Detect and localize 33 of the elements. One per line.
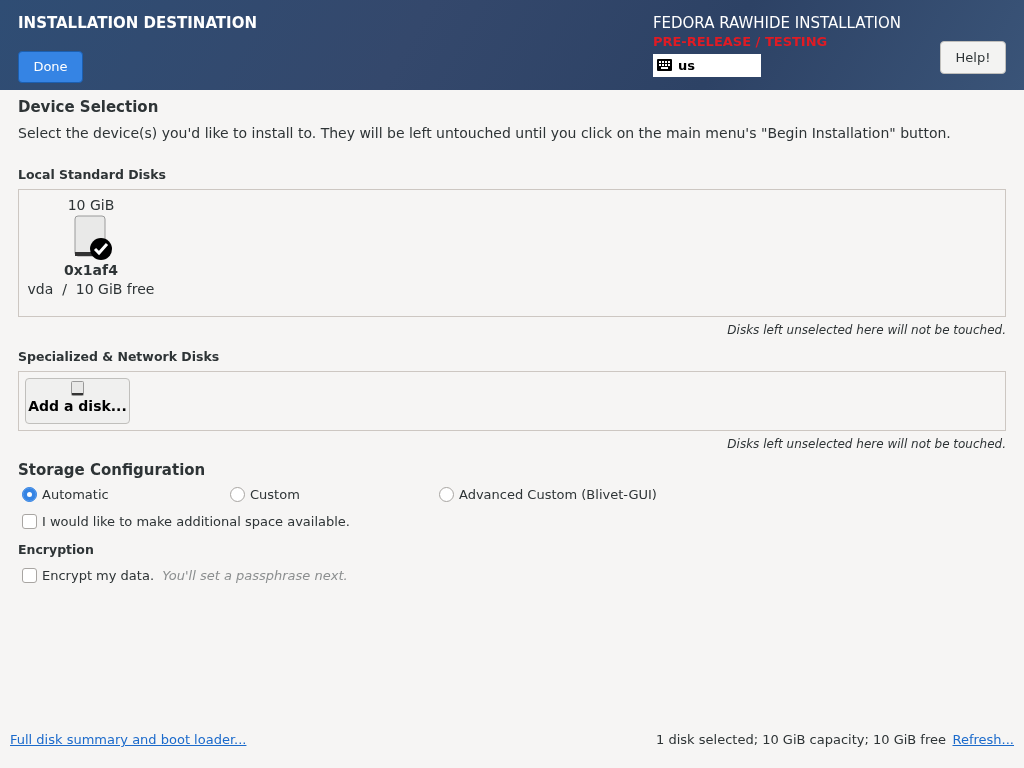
description-text: Select the device(s) you'd like to install to. They will be left untouched until you click on the main menu's "Begin Installation" button.: [18, 123, 952, 143]
checkbox[interactable]: [22, 568, 37, 583]
section-heading: Storage Configuration: [18, 459, 207, 481]
product-name: FEDORA RAWHIDE INSTALLATION: [652, 13, 901, 34]
refresh-link[interactable]: Refresh...: [952, 730, 1014, 750]
add-disk-button[interactable]: Add a disk...: [25, 378, 130, 425]
checkbox-label[interactable]: I would like to make additional space available.: [42, 511, 350, 531]
disk-summary-link[interactable]: Full disk summary and boot loader...: [10, 730, 247, 750]
section-heading: Device Selection: [18, 97, 160, 118]
section-heading: Local Standard Disks: [18, 165, 168, 184]
radio-label[interactable]: Automatic: [42, 485, 109, 505]
disk-note: Disks left unselected here will not be touched.: [726, 435, 1006, 453]
radio-label[interactable]: Advanced Custom (Blivet-GUI): [459, 485, 657, 505]
radio-button[interactable]: [22, 487, 37, 503]
disk-details: vda / 10 GiB free: [27, 280, 155, 299]
section-heading: Encryption: [18, 541, 95, 559]
help-button[interactable]: Help!: [940, 41, 1006, 74]
status-text: 1 disk selected; 10 GiB capacity; 10 GiB free: [656, 731, 946, 749]
prerelease-label: PRE-RELEASE / TESTING: [652, 34, 829, 49]
keyboard-icon: [656, 59, 672, 72]
disk-size: 10 GiB: [67, 196, 115, 216]
section-heading: Specialized & Network Disks: [18, 347, 221, 366]
checkbox-label[interactable]: Encrypt my data.: [42, 565, 155, 586]
checkbox[interactable]: [22, 513, 37, 529]
radio-label[interactable]: Custom: [250, 485, 300, 505]
radio-button[interactable]: [230, 487, 245, 503]
keyboard-layout-field[interactable]: us: [652, 53, 761, 77]
done-button[interactable]: Done: [18, 50, 83, 83]
hint-text: You'll set a passphrase next.: [162, 566, 348, 585]
screen-title: INSTALLATION DESTINATION: [18, 13, 257, 34]
disk-name: 0x1af4: [64, 261, 118, 281]
disk-note: Disks left unselected here will not be touched.: [726, 321, 1006, 339]
radio-button[interactable]: [439, 487, 454, 503]
